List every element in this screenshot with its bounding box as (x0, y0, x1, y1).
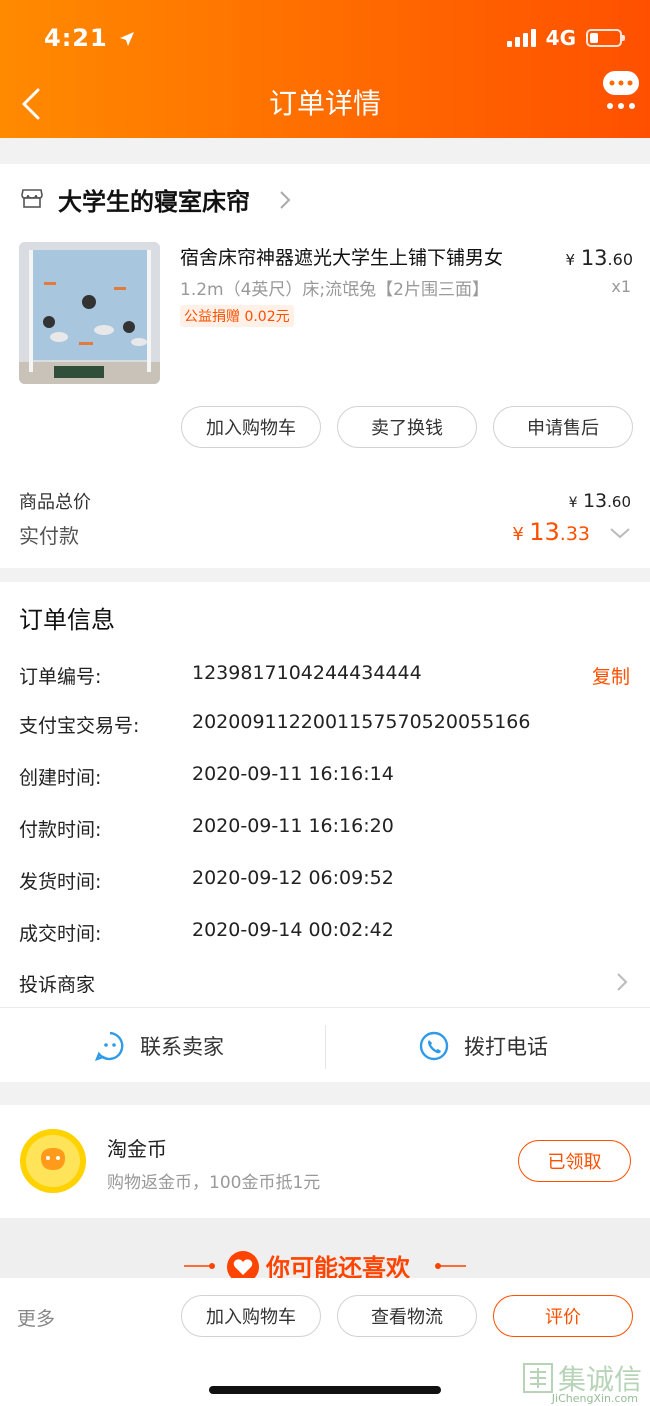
paid-time-value: 2020-09-11 16:16:20 (192, 815, 394, 837)
alipay-trade-label: 支付宝交易号: (19, 715, 140, 737)
order-number-value: 1239817104244434444 (192, 662, 422, 684)
contact-seller-label: 联系卖家 (140, 1035, 224, 1059)
time-text: 4:21 (44, 24, 108, 52)
recommend-section: 你可能还喜欢 (0, 1218, 650, 1278)
status-time: 4:21 (44, 24, 135, 52)
shop-icon (21, 189, 43, 208)
more-button[interactable]: 更多 (17, 1304, 55, 1331)
heart-icon (227, 1251, 259, 1278)
divider (0, 1007, 650, 1008)
signal-icon (506, 29, 536, 47)
view-logistics-button[interactable]: 查看物流 (337, 1295, 477, 1337)
created-time-label: 创建时间: (19, 767, 102, 789)
created-time-value: 2020-09-11 16:16:14 (192, 763, 394, 785)
shop-name[interactable]: 大学生的寝室床帘 (58, 182, 250, 217)
completed-time-label: 成交时间: (19, 923, 102, 945)
message-icon[interactable] (602, 70, 640, 114)
coins-description: 购物返金币，100金币抵1元 (107, 1173, 321, 1193)
call-phone-label: 拨打电话 (464, 1035, 548, 1059)
shipped-time-value: 2020-09-12 06:09:52 (192, 867, 394, 889)
gold-coin-icon (20, 1129, 86, 1193)
add-to-cart-button[interactable]: 加入购物车 (181, 406, 321, 448)
location-arrow-icon (120, 32, 135, 46)
battery-icon (586, 29, 625, 47)
network-type: 4G (545, 26, 576, 50)
paid-time-label: 付款时间: (19, 819, 102, 841)
bottom-add-to-cart-button[interactable]: 加入购物车 (181, 1295, 321, 1337)
right-decor-line (435, 1263, 466, 1269)
copy-order-number-button[interactable]: 复制 (592, 662, 630, 689)
resell-button[interactable]: 卖了换钱 (337, 406, 477, 448)
chat-bubble-icon (94, 1031, 124, 1061)
product-quantity: x1 (611, 277, 631, 296)
phone-icon (419, 1031, 449, 1061)
product-image[interactable] (19, 242, 160, 384)
charity-badge: 公益捐赠 0.02元 (180, 305, 294, 327)
shipped-time-label: 发货时间: (19, 871, 102, 893)
complain-seller-link[interactable]: 投诉商家 (19, 970, 95, 997)
contact-seller-button[interactable]: 联系卖家 (94, 1030, 224, 1062)
header: 4:21 4G 订单详情 (0, 0, 650, 138)
watermark-logo-icon (522, 1363, 553, 1393)
shop-chevron-icon[interactable] (278, 190, 292, 210)
expand-chevron-icon[interactable] (609, 526, 631, 540)
coins-title: 淘金币 (107, 1137, 167, 1161)
order-info-title: 订单信息 (19, 606, 115, 634)
claimed-button[interactable]: 已领取 (518, 1140, 631, 1182)
watermark-url: JiChengXin.com (551, 1392, 638, 1405)
alipay-trade-value: 2020091122001157570520055166 (192, 711, 531, 733)
product-title[interactable]: 宿舍床帘神器遮光大学生上铺下铺男女 (180, 243, 503, 270)
divider-vertical (325, 1025, 326, 1069)
completed-time-value: 2020-09-14 00:02:42 (192, 919, 394, 941)
after-sale-button[interactable]: 申请售后 (493, 406, 633, 448)
recommend-title: 你可能还喜欢 (266, 1254, 410, 1278)
paid-amount-label: 实付款 (19, 524, 79, 548)
review-button[interactable]: 评价 (493, 1295, 633, 1337)
complain-chevron-icon[interactable] (616, 972, 628, 992)
paid-amount-value[interactable]: ¥ 13.33 (512, 518, 590, 546)
product-price: ¥ 13.60 (565, 246, 633, 270)
goods-total-value: ¥ 13.60 (568, 490, 631, 512)
status-indicators: 4G (506, 26, 625, 50)
left-decor-line (184, 1263, 215, 1269)
call-phone-button[interactable]: 拨打电话 (418, 1030, 548, 1062)
product-spec: 1.2m（4英尺）床;流氓兔【2片围三面】 (180, 280, 489, 300)
home-indicator[interactable] (209, 1386, 441, 1394)
order-number-label: 订单编号: (19, 666, 102, 688)
page-title: 订单详情 (268, 87, 381, 120)
goods-total-label: 商品总价 (19, 492, 91, 513)
